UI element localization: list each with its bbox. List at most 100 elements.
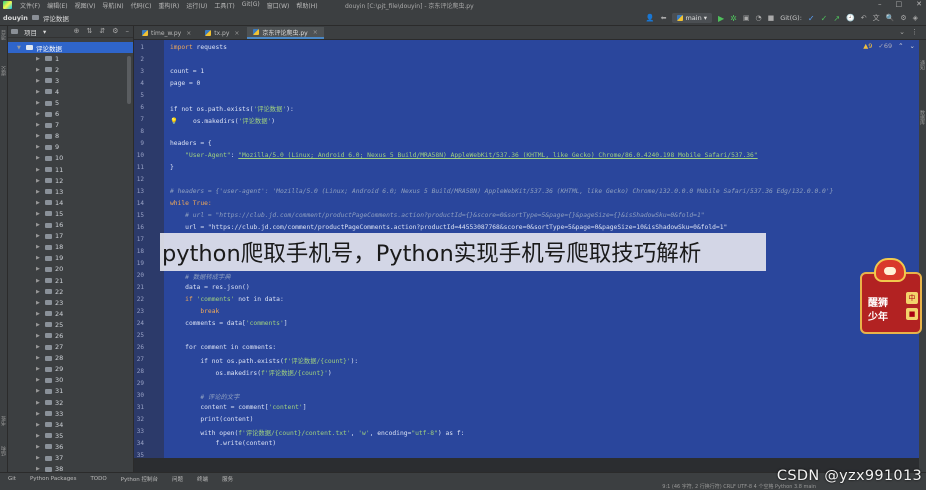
close-tab-icon[interactable]: × — [234, 30, 239, 37]
git-update-icon[interactable]: ✓ — [808, 14, 815, 23]
bookmarks-tool-tab[interactable]: 书签 — [0, 416, 8, 426]
chevron-right-icon[interactable]: ▶ — [36, 444, 42, 450]
breadcrumb-folder[interactable]: 评论数据 — [43, 13, 69, 23]
tab-jd-comment-crawler[interactable]: 京东评论爬虫.py × — [247, 27, 324, 39]
tree-folder-item[interactable]: ▶ 24 — [8, 308, 133, 319]
chevron-right-icon[interactable]: ▶ — [36, 422, 42, 428]
chevron-right-icon[interactable]: ▶ — [36, 300, 42, 306]
project-scrollbar[interactable] — [127, 56, 131, 104]
tree-folder-item[interactable]: ▶ 33 — [8, 408, 133, 419]
run-config-selector[interactable]: main ▾ — [672, 13, 712, 23]
project-panel-title[interactable]: 项目 — [24, 27, 37, 37]
inspection-widget[interactable]: ▲9 ✓69 ⌃ ⌄ — [863, 42, 915, 50]
hide-icon[interactable]: – — [126, 27, 130, 35]
services-tool-button[interactable]: 服务 — [222, 475, 233, 483]
tree-folder-item[interactable]: ▶ 32 — [8, 397, 133, 408]
chevron-right-icon[interactable]: ▶ — [36, 67, 42, 73]
chevron-right-icon[interactable]: ▶ — [36, 333, 42, 339]
close-tab-icon[interactable]: × — [313, 29, 318, 36]
chevron-right-icon[interactable]: ▶ — [36, 144, 42, 150]
menu-refactor[interactable]: 重构(R) — [158, 1, 179, 10]
lion-dance-badge[interactable]: 醒狮 少年 中 ■ — [858, 258, 924, 336]
chevron-right-icon[interactable]: ▶ — [36, 155, 42, 161]
commit-tool-tab[interactable]: 提交 — [0, 66, 8, 76]
chevron-right-icon[interactable]: ▶ — [36, 122, 42, 128]
tree-folder-item[interactable]: ▶ 29 — [8, 364, 133, 375]
tree-folder-item[interactable]: ▶ 28 — [8, 353, 133, 364]
chevron-right-icon[interactable]: ▶ — [36, 233, 42, 239]
menu-tools[interactable]: 工具(T) — [214, 1, 234, 10]
settings-gear-icon[interactable]: ⚙ — [112, 27, 118, 35]
collapse-icon[interactable]: ⇅ — [86, 27, 92, 35]
chevron-right-icon[interactable]: ▶ — [36, 100, 42, 106]
maximize-icon[interactable]: □ — [896, 0, 903, 8]
tree-folder-item[interactable]: ▶ 9 — [8, 142, 133, 153]
tree-folder-item[interactable]: ▶ 38 — [8, 464, 133, 472]
menu-code[interactable]: 代码(C) — [131, 1, 152, 10]
chevron-up-icon[interactable]: ⌃ — [898, 42, 903, 50]
tree-folder-item[interactable]: ▶ 36 — [8, 441, 133, 452]
tree-folder-item[interactable]: ▶ 23 — [8, 297, 133, 308]
menu-window[interactable]: 窗口(W) — [267, 1, 290, 10]
tab-tx[interactable]: tx.py × — [199, 27, 245, 39]
tab-time-w[interactable]: time_w.py × — [136, 27, 197, 39]
run-icon[interactable]: ▶ — [718, 14, 724, 23]
chevron-right-icon[interactable]: ▶ — [36, 377, 42, 383]
problems-tool-button[interactable]: 问题 — [172, 475, 183, 483]
chevron-right-icon[interactable]: ▶ — [36, 111, 42, 117]
close-icon[interactable]: ✕ — [916, 0, 922, 8]
minimize-icon[interactable]: – — [878, 0, 882, 8]
python-console-tool-button[interactable]: Python 控制台 — [121, 475, 158, 483]
menu-navigate[interactable]: 导航(N) — [102, 1, 123, 10]
chevron-down-icon[interactable]: ⌄ — [910, 42, 915, 50]
chevron-right-icon[interactable]: ▶ — [36, 266, 42, 272]
profile-icon[interactable]: ◔ — [755, 14, 761, 22]
tree-folder-item[interactable]: ▶ 8 — [8, 131, 133, 142]
chevron-right-icon[interactable]: ▶ — [36, 366, 42, 372]
git-push-icon[interactable]: ↗ — [833, 14, 840, 23]
tree-folder-item[interactable]: ▶ 20 — [8, 264, 133, 275]
chevron-down-icon[interactable]: ▼ — [17, 45, 23, 51]
chevron-right-icon[interactable]: ▶ — [36, 388, 42, 394]
notifications-tool-tab[interactable]: 通知 — [919, 60, 926, 70]
tree-folder-item[interactable]: ▶ 12 — [8, 175, 133, 186]
history-icon[interactable]: 🕘 — [846, 14, 855, 22]
more-icon[interactable]: ⋮ — [911, 28, 918, 36]
chevron-right-icon[interactable]: ▶ — [36, 222, 42, 228]
tree-folder-item[interactable]: ▶ 7 — [8, 120, 133, 131]
tree-folder-item[interactable]: ▶ 6 — [8, 109, 133, 120]
translate-icon[interactable]: 文 — [873, 13, 880, 23]
chevron-right-icon[interactable]: ▶ — [36, 322, 42, 328]
chevron-right-icon[interactable]: ▶ — [36, 244, 42, 250]
tree-folder-item[interactable]: ▶ 4 — [8, 86, 133, 97]
settings-gear-icon[interactable]: ⚙ — [900, 14, 906, 22]
git-commit-icon[interactable]: ✓ — [821, 14, 828, 23]
tree-folder-item[interactable]: ▶ 34 — [8, 419, 133, 430]
close-tab-icon[interactable]: × — [186, 30, 191, 37]
chevron-right-icon[interactable]: ▶ — [36, 344, 42, 350]
tree-folder-item[interactable]: ▶ 15 — [8, 208, 133, 219]
ide-logo-icon[interactable]: ◈ — [913, 14, 918, 22]
tree-folder-item[interactable]: ▶ 25 — [8, 319, 133, 330]
tree-folder-item[interactable]: ▶ 27 — [8, 342, 133, 353]
locate-icon[interactable]: ⊕ — [74, 27, 80, 35]
breadcrumb-project[interactable]: douyin — [3, 14, 28, 22]
structure-tool-tab[interactable]: 结构 — [0, 446, 8, 456]
tree-folder-item[interactable]: ▶ 19 — [8, 253, 133, 264]
project-tool-tab[interactable]: 项目 — [0, 30, 8, 40]
menu-help[interactable]: 帮助(H) — [296, 1, 317, 10]
tree-folder-item[interactable]: ▶ 2 — [8, 64, 133, 75]
tree-folder-item[interactable]: ▶ 35 — [8, 430, 133, 441]
chevron-right-icon[interactable]: ▶ — [36, 200, 42, 206]
coverage-icon[interactable]: ▣ — [743, 14, 750, 22]
chevron-right-icon[interactable]: ▶ — [36, 400, 42, 406]
tree-folder-item[interactable]: ▶ 17 — [8, 231, 133, 242]
tree-root-folder[interactable]: ▼ 评论数据 — [8, 42, 133, 54]
chevron-right-icon[interactable]: ▶ — [36, 167, 42, 173]
tree-folder-item[interactable]: ▶ 30 — [8, 375, 133, 386]
lightbulb-icon[interactable]: 💡 — [170, 118, 178, 125]
tree-folder-item[interactable]: ▶ 16 — [8, 220, 133, 231]
stop-icon[interactable]: ■ — [768, 14, 775, 22]
tree-folder-item[interactable]: ▶ 37 — [8, 452, 133, 463]
menu-view[interactable]: 视图(V) — [75, 1, 96, 10]
